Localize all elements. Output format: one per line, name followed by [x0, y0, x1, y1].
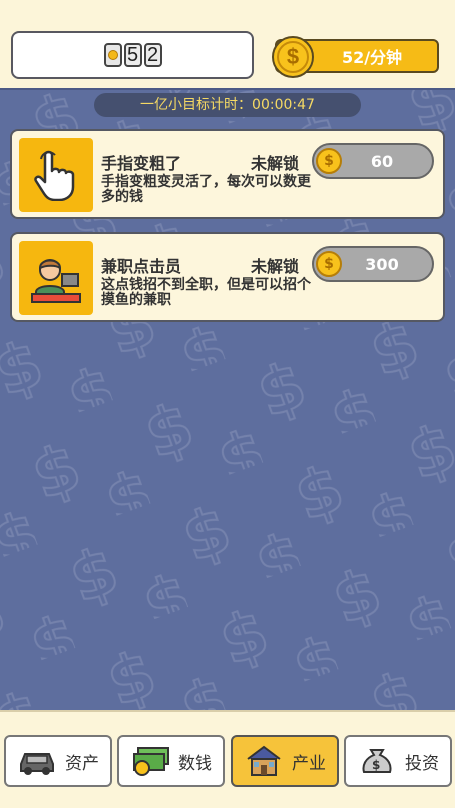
nav-label: 投资	[405, 753, 439, 774]
industry-card: 兼职点击员 未解锁 这点钱招不到全职，但是可以招个摸鱼的兼职 $ 300	[10, 232, 445, 322]
coin-icon	[103, 43, 122, 67]
unlock-button[interactable]: $ 300	[312, 246, 434, 282]
car-icon	[20, 753, 54, 775]
coin-icon: $	[316, 251, 342, 277]
nav-label: 数钱	[178, 753, 212, 774]
top-bar: 5 2 52/分钟 $	[0, 0, 455, 88]
industry-description: 手指变粗变灵活了，每次可以数更多的钱	[101, 174, 311, 205]
goal-timer: 一亿小目标计时：00:00:47	[94, 93, 361, 117]
bottom-nav: 资产 数钱 产业 $ 投资	[0, 710, 455, 808]
unlock-price: 60	[370, 151, 394, 171]
house-icon	[247, 745, 281, 776]
money-display: 5 2	[11, 31, 254, 79]
dollar-coin-icon: $	[272, 36, 314, 78]
nav-invest-button[interactable]: $ 投资	[344, 735, 452, 787]
office-worker-icon	[19, 241, 93, 315]
cash-stack-icon	[133, 747, 169, 776]
nav-industry-button[interactable]: 产业	[231, 735, 339, 787]
money-digit: 2	[143, 43, 162, 67]
money-bag-icon: $	[362, 749, 392, 773]
unlock-price: 300	[365, 254, 399, 274]
nav-label: 产业	[292, 753, 326, 774]
svg-text:$: $	[372, 758, 380, 772]
lock-status: 未解锁	[251, 257, 300, 276]
money-digit: 5	[123, 43, 142, 67]
nav-assets-button[interactable]: 资产	[4, 735, 112, 787]
unlock-button[interactable]: $ 60	[312, 143, 434, 179]
industry-description: 这点钱招不到全职，但是可以招个摸鱼的兼职	[101, 277, 311, 308]
industry-title: 兼职点击员	[101, 257, 182, 276]
lock-status: 未解锁	[251, 154, 300, 173]
coin-icon: $	[316, 148, 342, 174]
industry-card: 手指变粗了 未解锁 手指变粗变灵活了，每次可以数更多的钱 $ 60	[10, 129, 445, 219]
pointing-hand-icon	[19, 138, 93, 212]
industry-title: 手指变粗了	[101, 154, 182, 173]
industry-panel: $ $ 一亿小目标计时：00:00:47 手指变粗了 未解锁 手指变粗变灵活了，…	[0, 88, 455, 710]
nav-label: 资产	[65, 753, 99, 774]
nav-count-money-button[interactable]: 数钱	[117, 735, 225, 787]
